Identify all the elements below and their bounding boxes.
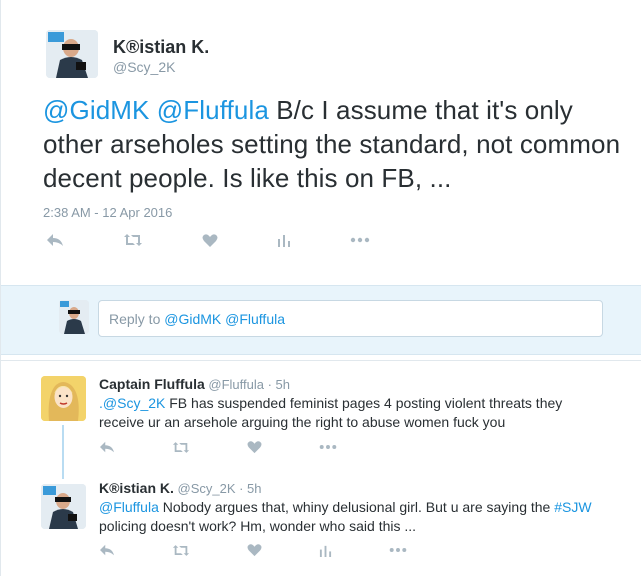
main-tweet: K®istian K. @Scy_2K @GidMK @Fluffula B/c…: [1, 0, 641, 285]
author-name[interactable]: K®istian K.: [113, 37, 209, 58]
like-icon[interactable]: [247, 440, 262, 454]
avatar-photo-icon: [59, 300, 89, 334]
like-icon[interactable]: [247, 543, 262, 557]
reply-prefix: Reply to: [109, 311, 165, 327]
more-icon[interactable]: [319, 444, 337, 450]
more-icon[interactable]: [350, 237, 370, 243]
tweet-detail-panel: K®istian K. @Scy_2K @GidMK @Fluffula B/c…: [0, 0, 641, 576]
avatar[interactable]: [41, 484, 86, 529]
avatar[interactable]: [41, 376, 86, 421]
retweet-icon[interactable]: [123, 233, 143, 247]
tweet-text: @Fluffula Nobody argues that, whiny delu…: [99, 498, 599, 536]
author-name-text: Captain Fluffula: [99, 376, 205, 392]
tweet-body: FB has suspended feminist pages 4 postin…: [99, 395, 563, 430]
tweet-timestamp[interactable]: 2:38 AM - 12 Apr 2016: [43, 205, 172, 220]
author-name[interactable]: K®istian K. @Scy_2K · 5h: [99, 480, 262, 496]
author-handle: @Fluffula · 5h: [204, 377, 290, 392]
analytics-icon[interactable]: [319, 544, 332, 557]
tweet-text: @GidMK @Fluffula B/c I assume that it's …: [43, 93, 623, 195]
reply-mentions: @GidMK @Fluffula: [164, 311, 286, 327]
tweet-body: Nobody argues that, whiny delusional gir…: [158, 499, 555, 515]
tweet-text: .@Scy_2K FB has suspended feminist pages…: [99, 394, 599, 432]
avatar-photo-icon: [41, 484, 86, 529]
reply-input[interactable]: Reply to @GidMK @Fluffula: [98, 300, 603, 337]
avatar-illustration-icon: [41, 376, 86, 421]
author-name-text: K®istian K.: [99, 480, 174, 496]
thread-connector: [62, 425, 64, 479]
tweet-actions: [99, 543, 464, 557]
mention-link[interactable]: @Fluffula: [99, 499, 159, 515]
reply-icon[interactable]: [99, 543, 115, 557]
reply-icon[interactable]: [46, 232, 64, 248]
retweet-icon[interactable]: [172, 544, 190, 557]
hashtag-link[interactable]: #SJW: [554, 499, 591, 515]
author-handle[interactable]: @Scy_2K: [113, 59, 175, 75]
avatar: [59, 300, 89, 334]
tweet-actions: [46, 232, 429, 248]
author-handle: @Scy_2K · 5h: [173, 481, 262, 496]
mention-link[interactable]: @Fluffula: [157, 95, 269, 125]
tweet-body: policing doesn't work? Hm, wonder who sa…: [99, 518, 417, 534]
author-name[interactable]: Captain Fluffula @Fluffula · 5h: [99, 376, 290, 392]
more-icon[interactable]: [389, 547, 407, 553]
mention-link[interactable]: @GidMK: [43, 95, 149, 125]
like-icon[interactable]: [202, 233, 218, 248]
avatar-photo-icon: [46, 30, 98, 78]
tweet-actions: [99, 440, 394, 454]
reply-icon[interactable]: [99, 440, 115, 454]
retweet-icon[interactable]: [172, 441, 190, 454]
avatar[interactable]: [46, 30, 98, 78]
analytics-icon[interactable]: [277, 233, 291, 247]
mention-link[interactable]: .@Scy_2K: [99, 395, 165, 411]
